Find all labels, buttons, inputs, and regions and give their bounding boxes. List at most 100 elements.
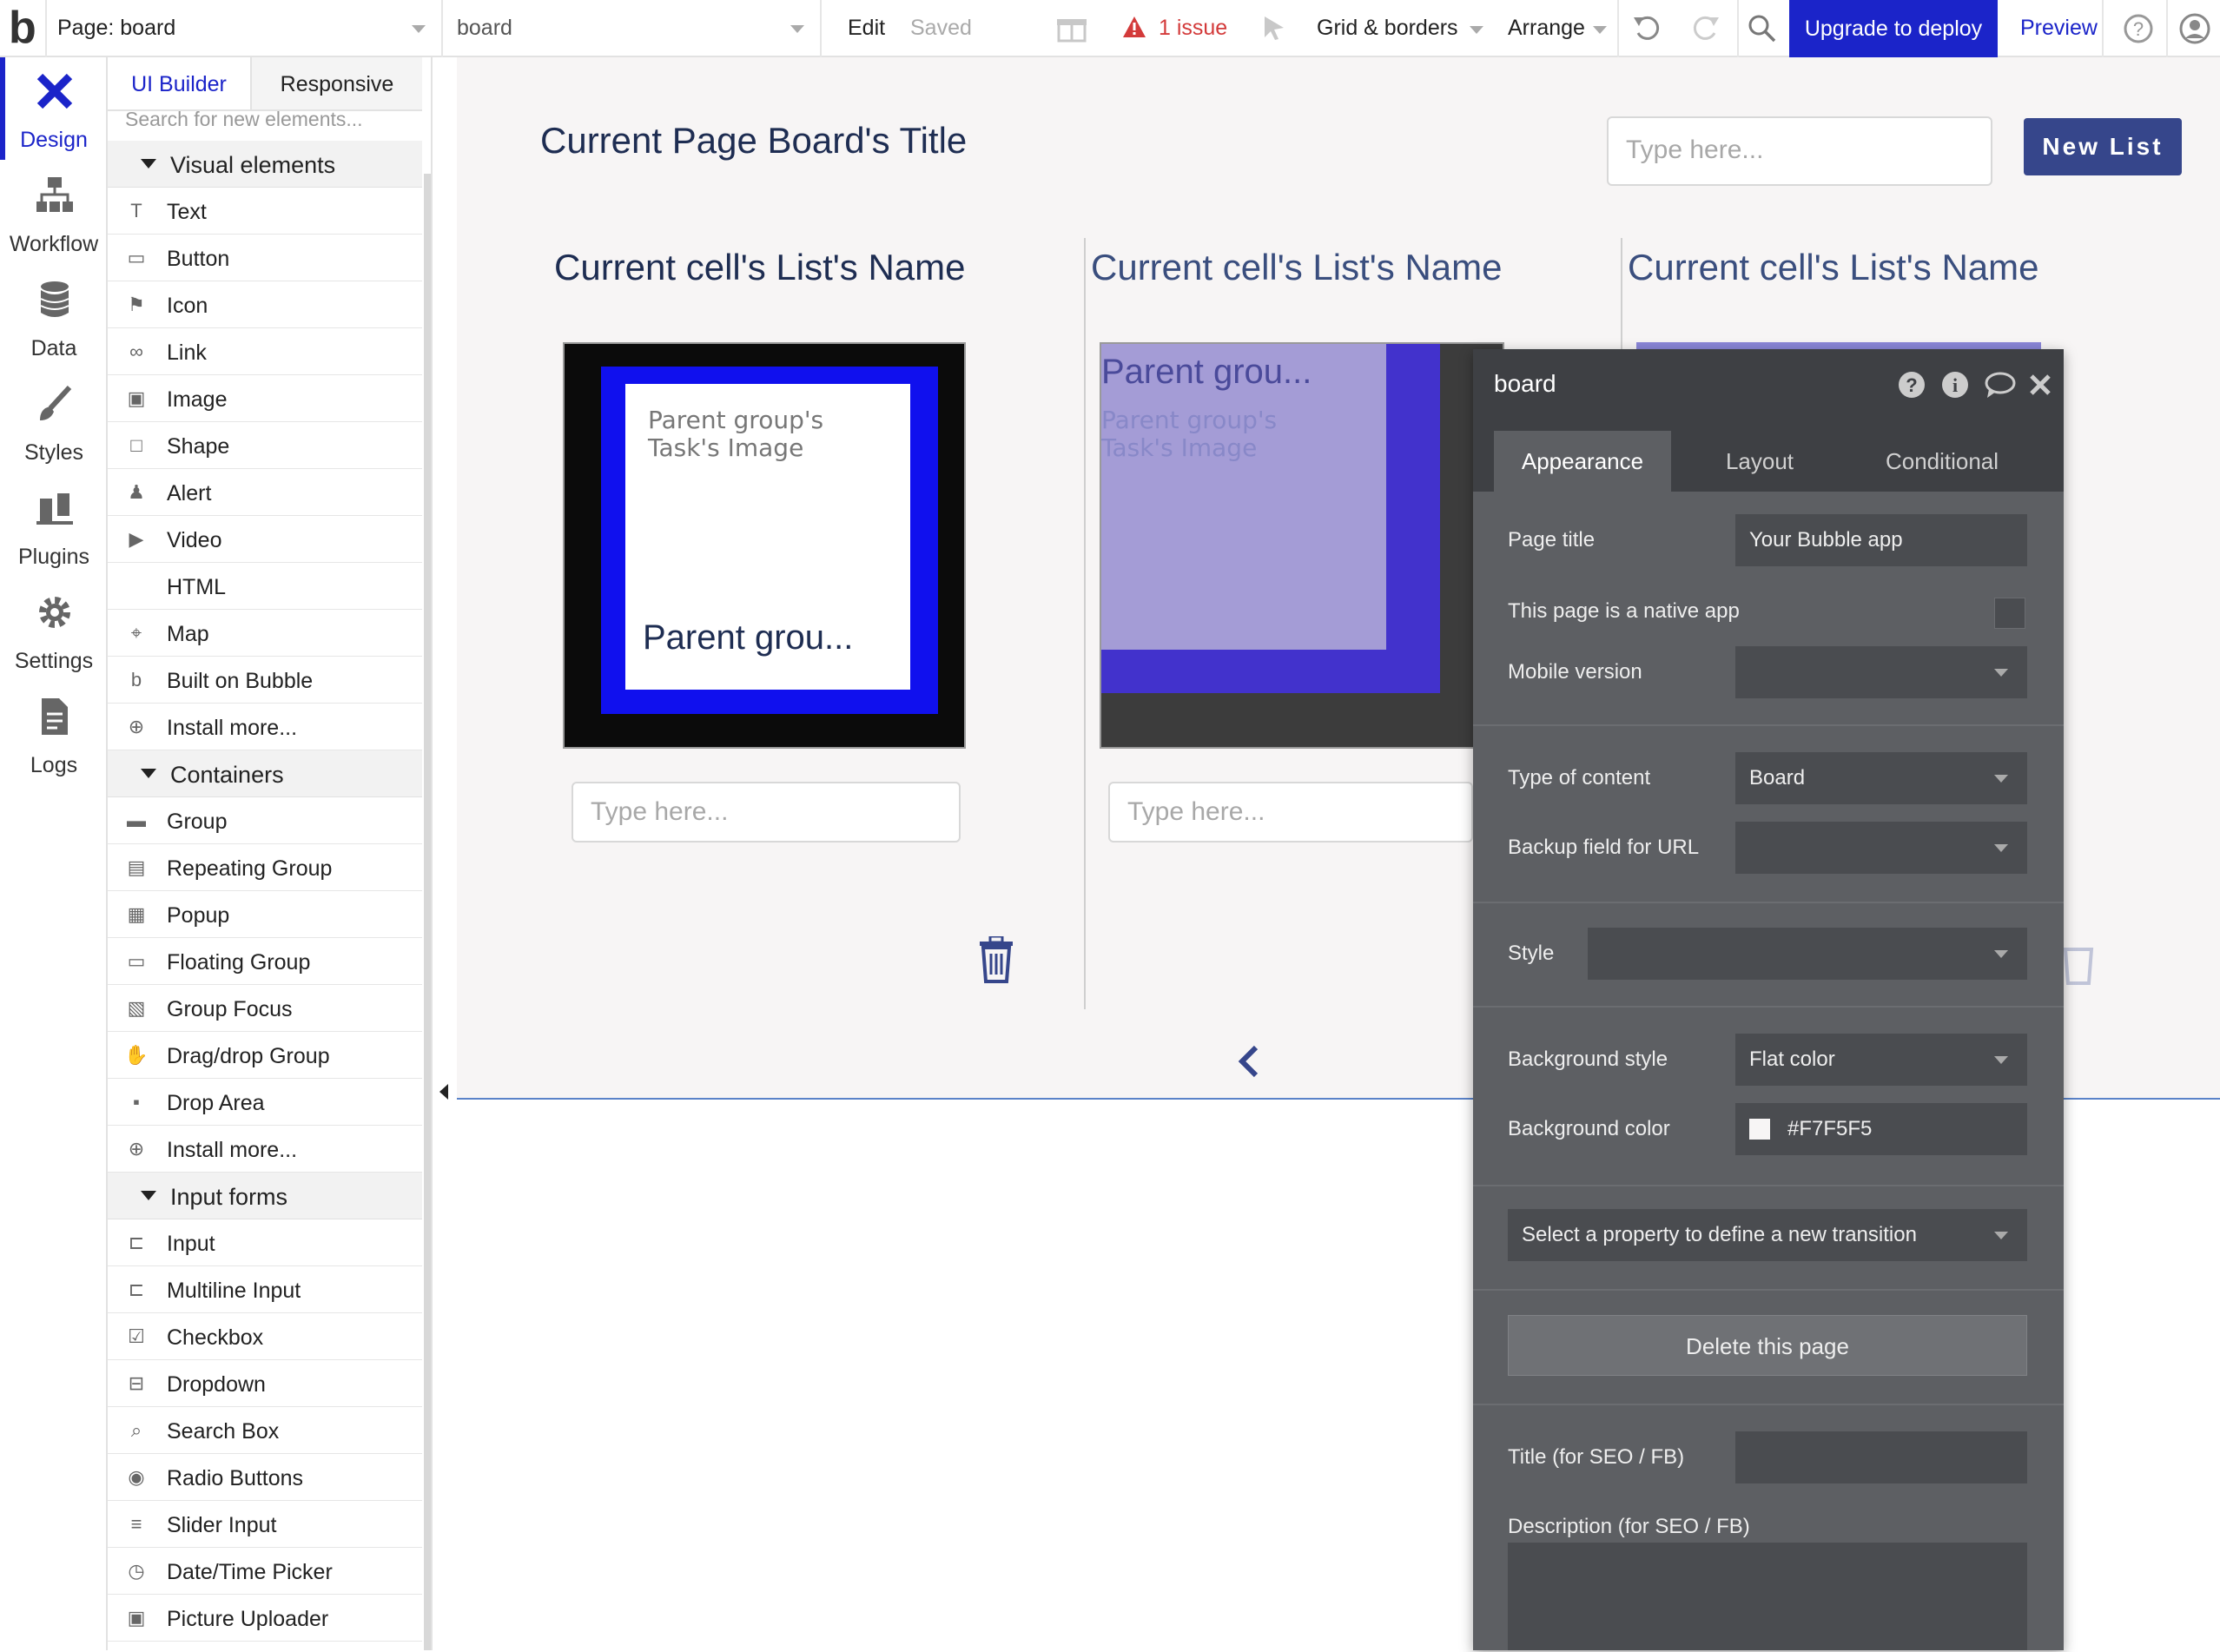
- palette-item-multiline-input[interactable]: ⊏ Multiline Input: [108, 1266, 422, 1313]
- upgrade-button[interactable]: Upgrade to deploy: [1789, 0, 1998, 57]
- info-icon[interactable]: i: [1940, 370, 1970, 400]
- search-icon[interactable]: [1748, 14, 1777, 43]
- nav-data[interactable]: Data: [0, 266, 108, 368]
- palette-item-shape[interactable]: □ Shape: [108, 422, 422, 469]
- palette-item-text[interactable]: T Text: [108, 188, 422, 235]
- collapse-panel-icon[interactable]: [439, 1084, 448, 1100]
- preview-link[interactable]: Preview: [2020, 16, 2098, 41]
- drop-area-icon: ▪: [133, 1091, 140, 1113]
- task-card[interactable]: Parent grou... Parent group's Task's Ima…: [1100, 342, 1504, 749]
- grid-borders-menu[interactable]: Grid & borders: [1317, 16, 1458, 41]
- list-name[interactable]: Current cell's List's Name: [1628, 247, 2039, 288]
- task-card[interactable]: Parent group's Task's Image Parent grou.…: [563, 342, 966, 749]
- panel-scrollbar[interactable]: [424, 174, 431, 1650]
- color-swatch[interactable]: [1749, 1119, 1770, 1140]
- palette-item-drop-area[interactable]: ▪ Drop Area: [108, 1079, 422, 1126]
- new-task-input[interactable]: Type here...: [1108, 782, 1473, 843]
- palette-item-icon[interactable]: ⚑ Icon: [108, 281, 422, 328]
- comment-icon[interactable]: [1984, 370, 2017, 400]
- seo-desc-input[interactable]: [1508, 1543, 2027, 1650]
- palette-item-link[interactable]: ∞ Link: [108, 328, 422, 375]
- palette-item-dropdown[interactable]: ⊟ Dropdown: [108, 1360, 422, 1407]
- palette-item-label: Date/Time Picker: [167, 1560, 333, 1584]
- palette-item-install-more[interactable]: ⊕ Install more...: [108, 1126, 422, 1173]
- tab-appearance[interactable]: Appearance: [1494, 431, 1671, 492]
- section-visual[interactable]: Visual elements: [108, 141, 422, 188]
- chevron-left-icon[interactable]: [1237, 1044, 1259, 1079]
- list-name[interactable]: Current cell's List's Name: [554, 247, 966, 288]
- bubble-logo[interactable]: b: [9, 2, 36, 54]
- new-task-input[interactable]: Type here...: [572, 782, 961, 843]
- warning-icon[interactable]: [1122, 16, 1146, 38]
- nav-workflow[interactable]: Workflow: [0, 162, 108, 264]
- tab-layout[interactable]: Layout: [1682, 431, 1838, 492]
- palette-item-search-box[interactable]: ⌕ Search Box: [108, 1407, 422, 1454]
- trash-icon[interactable]: [976, 936, 1016, 983]
- arrange-menu[interactable]: Arrange: [1508, 16, 1585, 41]
- editor-header[interactable]: board ? i: [1473, 349, 2064, 419]
- trash-icon[interactable]: [2058, 938, 2098, 985]
- nav-plugins[interactable]: Plugins: [0, 474, 108, 577]
- new-list-input[interactable]: Type here...: [1607, 116, 1992, 186]
- palette-item-map[interactable]: ⌖ Map: [108, 610, 422, 657]
- new-list-button[interactable]: New List: [2024, 118, 2182, 175]
- edit-menu[interactable]: Edit: [848, 16, 885, 41]
- section-inputs[interactable]: Input forms: [108, 1173, 422, 1219]
- bg-style-dropdown[interactable]: Flat color: [1735, 1034, 2027, 1086]
- element-select[interactable]: board: [457, 16, 512, 41]
- palette-item-video[interactable]: ▶ Video: [108, 516, 422, 563]
- palette-item-button[interactable]: ▭ Button: [108, 235, 422, 281]
- palette-item-html[interactable]: HTML: [108, 563, 422, 610]
- nav-styles[interactable]: Styles: [0, 370, 108, 472]
- native-app-checkbox[interactable]: [1994, 598, 2025, 629]
- palette-item-popup[interactable]: ▦ Popup: [108, 891, 422, 938]
- page-title-input[interactable]: Your Bubble app: [1735, 514, 2027, 566]
- cursor-icon[interactable]: [1261, 14, 1287, 42]
- tab-conditional[interactable]: Conditional: [1847, 431, 2038, 492]
- nav-logs[interactable]: Logs: [0, 683, 108, 785]
- help-icon[interactable]: ?: [2123, 13, 2154, 44]
- palette-item-group[interactable]: ▬ Group: [108, 797, 422, 844]
- section-title: Visual elements: [170, 152, 336, 178]
- account-icon[interactable]: [2178, 12, 2211, 45]
- backup-field-dropdown[interactable]: [1735, 822, 2027, 874]
- tab-responsive[interactable]: Responsive: [252, 57, 422, 111]
- palette-item-image[interactable]: ▣ Image: [108, 375, 422, 422]
- list-name[interactable]: Current cell's List's Name: [1091, 247, 1503, 288]
- help-icon[interactable]: ?: [1897, 370, 1926, 400]
- element-search-input[interactable]: Search for new elements...: [125, 111, 412, 137]
- palette-item-alert[interactable]: ♟ Alert: [108, 469, 422, 516]
- palette-item-install-more[interactable]: ⊕ Install more...: [108, 704, 422, 750]
- style-dropdown[interactable]: [1588, 928, 2027, 980]
- palette-item-built-on-bubble[interactable]: b Built on Bubble: [108, 657, 422, 704]
- palette-item-input[interactable]: ⊏ Input: [108, 1219, 422, 1266]
- issue-count[interactable]: 1 issue: [1159, 16, 1227, 41]
- undo-icon[interactable]: [1631, 12, 1664, 45]
- palette-item-label: Install more...: [167, 716, 298, 740]
- palette-item-checkbox[interactable]: ☑ Checkbox: [108, 1313, 422, 1360]
- page-select[interactable]: Page: board: [57, 16, 175, 41]
- palette-item-floating-group[interactable]: ▭ Floating Group: [108, 938, 422, 985]
- palette-item-datetime-picker[interactable]: ◷ Date/Time Picker: [108, 1548, 422, 1595]
- nav-design[interactable]: Design: [0, 57, 108, 160]
- transition-dropdown[interactable]: Select a property to define a new transi…: [1508, 1209, 2027, 1261]
- nav-settings[interactable]: Settings: [0, 578, 108, 681]
- palette-item-radio-buttons[interactable]: ◉ Radio Buttons: [108, 1454, 422, 1501]
- bg-color-picker[interactable]: #F7F5F5: [1735, 1103, 2027, 1155]
- gift-icon[interactable]: [1054, 10, 1089, 45]
- palette-item-group-focus[interactable]: ▧ Group Focus: [108, 985, 422, 1032]
- mobile-version-dropdown[interactable]: [1735, 646, 2027, 698]
- palette-item-dragdrop-group[interactable]: ✋ Drag/drop Group: [108, 1032, 422, 1079]
- seo-title-input[interactable]: [1735, 1431, 2027, 1483]
- close-icon[interactable]: [2029, 373, 2052, 396]
- delete-page-button[interactable]: Delete this page: [1508, 1315, 2027, 1376]
- palette-item-repeating-group[interactable]: ▤ Repeating Group: [108, 844, 422, 891]
- palette-item-picture-uploader[interactable]: ▣ Picture Uploader: [108, 1595, 422, 1642]
- content-type-dropdown[interactable]: Board: [1735, 752, 2027, 804]
- property-editor[interactable]: board ? i Appearance Layout Conditional …: [1473, 349, 2064, 1650]
- redo-icon[interactable]: [1688, 12, 1721, 45]
- tab-ui-builder[interactable]: UI Builder: [108, 57, 252, 111]
- board-title[interactable]: Current Page Board's Title: [540, 120, 967, 162]
- section-containers[interactable]: Containers: [108, 750, 422, 797]
- palette-item-slider-input[interactable]: ≡ Slider Input: [108, 1501, 422, 1548]
